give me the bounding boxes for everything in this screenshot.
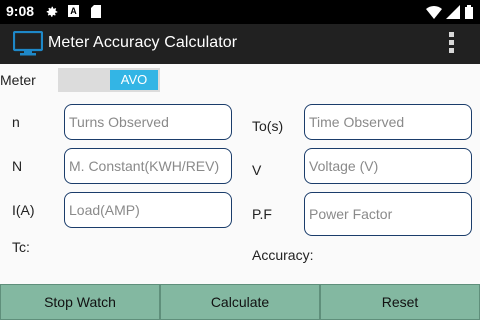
battery-icon — [465, 5, 473, 19]
power-factor-field[interactable] — [304, 192, 472, 236]
signal-icon — [446, 5, 460, 19]
load-field[interactable] — [64, 192, 232, 228]
power-factor-input[interactable] — [305, 193, 471, 235]
time-label: To(s) — [252, 118, 284, 134]
turns-input[interactable] — [65, 105, 231, 139]
voltage-input[interactable] — [305, 149, 471, 183]
status-time: 9:08 — [6, 3, 35, 19]
tc-label: Tc: — [12, 239, 30, 255]
load-input[interactable] — [65, 193, 231, 227]
constant-label: N — [12, 158, 23, 174]
stop-watch-button[interactable]: Stop Watch — [0, 284, 160, 320]
turns-label: n — [12, 114, 20, 130]
sd-card-icon — [91, 5, 101, 18]
app-bar: Meter Accuracy Calculator — [0, 24, 480, 64]
time-field[interactable] — [304, 104, 472, 140]
wifi-icon — [426, 6, 442, 19]
meter-toggle[interactable]: AVO — [58, 68, 160, 92]
bottom-button-bar: Stop Watch Calculate Reset — [0, 284, 480, 320]
calculate-button[interactable]: Calculate — [160, 284, 320, 320]
meter-toggle-thumb: AVO — [110, 70, 158, 90]
overflow-menu-icon[interactable] — [448, 32, 456, 56]
gear-icon — [46, 6, 58, 17]
voltage-label: V — [252, 162, 262, 178]
constant-input[interactable] — [65, 149, 231, 183]
reset-button[interactable]: Reset — [320, 284, 480, 320]
load-label: I(A) — [12, 202, 35, 218]
meter-label: Meter — [0, 72, 36, 88]
constant-field[interactable] — [64, 148, 232, 184]
accuracy-label: Accuracy: — [252, 247, 314, 263]
status-bar: 9:08 A — [0, 0, 480, 24]
power-factor-label: P.F — [252, 206, 272, 222]
a-icon: A — [68, 5, 79, 17]
time-input[interactable] — [305, 105, 471, 139]
turns-field[interactable] — [64, 104, 232, 140]
monitor-icon — [13, 31, 43, 56]
app-title: Meter Accuracy Calculator — [48, 34, 238, 51]
voltage-field[interactable] — [304, 148, 472, 184]
